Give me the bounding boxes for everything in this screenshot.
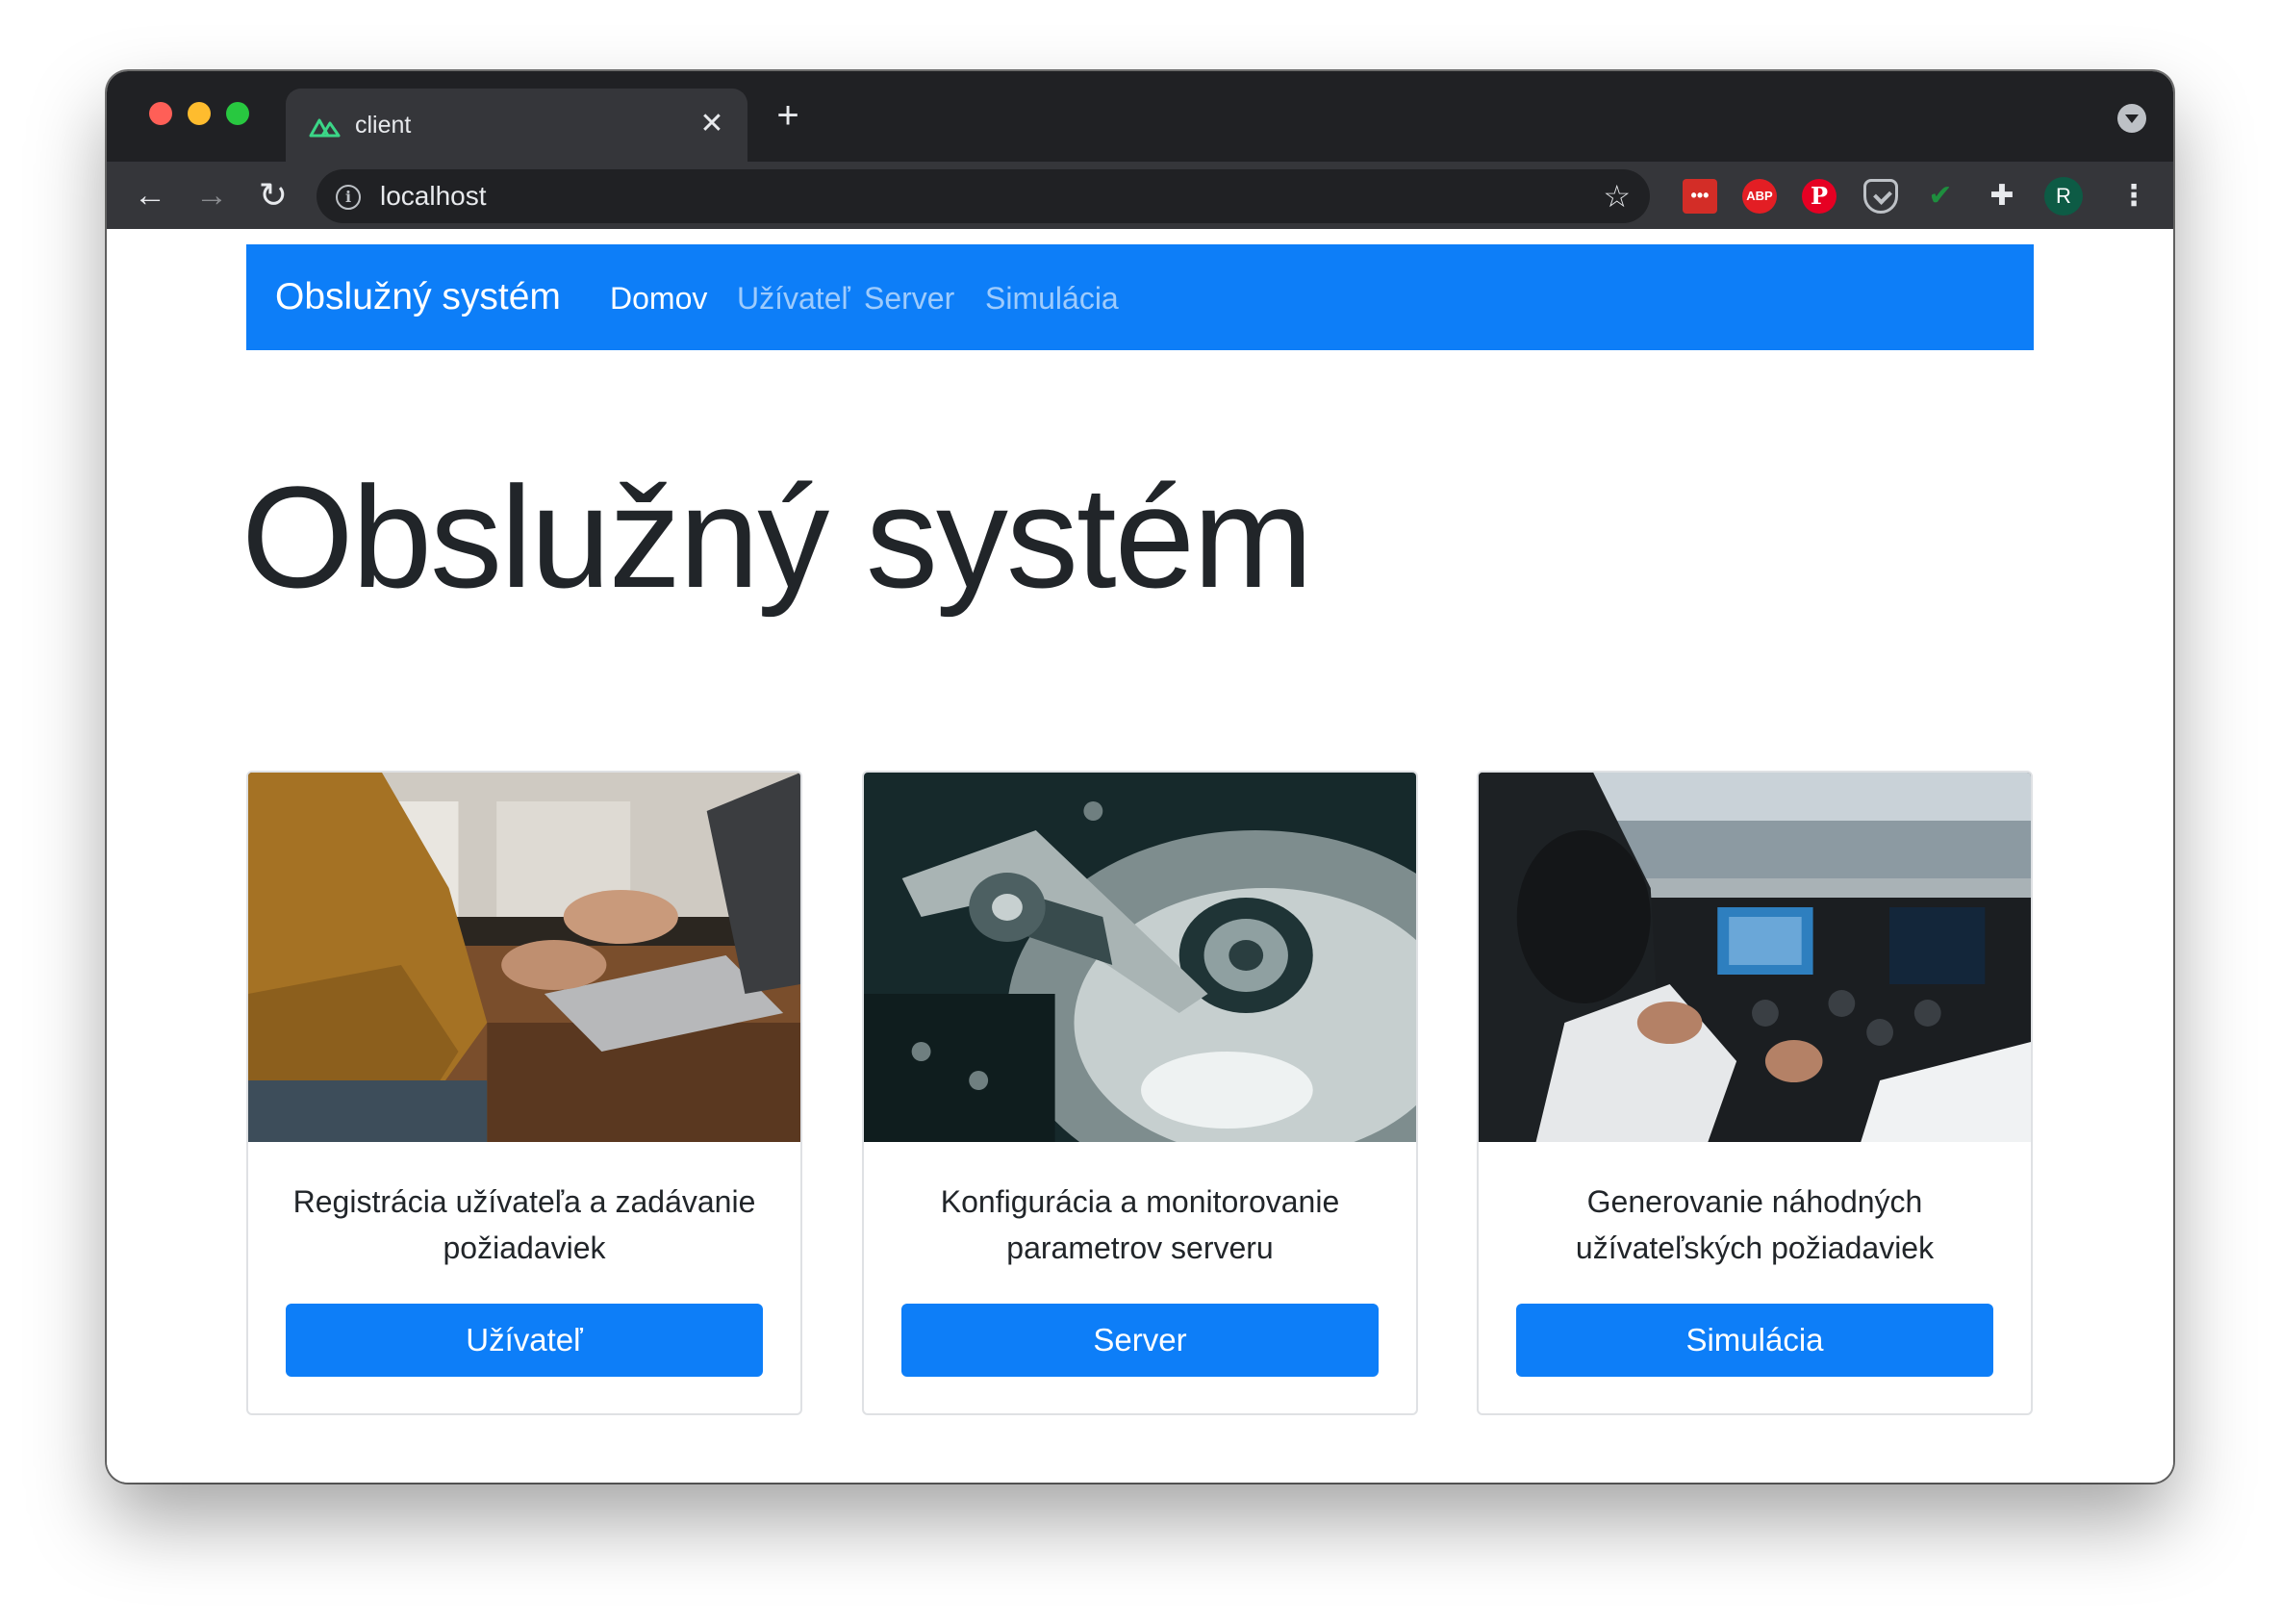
card-server: Konfigurácia a monitorovanie parametrov … [862,771,1418,1415]
pocket-extension-icon[interactable] [1863,179,1898,214]
site-navbar: Obslužný systém Domov Užívateľ Server Si… [246,244,2034,350]
browser-tab[interactable]: client ✕ [286,89,747,162]
navbar-brand[interactable]: Obslužný systém [275,275,561,319]
nav-link-domov[interactable]: Domov [610,279,707,317]
page-title: Obslužný systém [241,456,1313,618]
tab-title: client [355,112,412,139]
profile-avatar[interactable]: R [2044,177,2083,216]
browser-menu-icon[interactable]: ⋮ [2119,177,2148,216]
uzivatel-button[interactable]: Užívateľ [286,1304,763,1377]
check-extension-icon[interactable]: ✔ [1923,179,1958,214]
card-simulacia: Generovanie náhodných užívateľských poži… [1477,771,2033,1415]
server-button[interactable]: Server [901,1304,1379,1377]
extensions-puzzle-icon[interactable]: ✚ [1985,179,2019,214]
back-button[interactable]: ← [130,175,170,216]
card-description: Generovanie náhodných užívateľských poži… [1575,1184,1935,1265]
tab-strip: client ✕ + [107,71,2173,162]
maximize-window-button[interactable] [226,102,249,125]
adblock-extension-icon[interactable]: ABP [1742,179,1777,214]
nav-link-simulacia[interactable]: Simulácia [985,279,1119,317]
browser-toolbar: ← → ↻ i localhost ☆ ••• ABP P ✔ ✚ R ⋮ [107,162,2173,229]
laptop-typing-photo [248,773,800,1142]
card-uzivatel: Registrácia užívateľa a zadávanie požiad… [246,771,802,1415]
url-text[interactable]: localhost [380,181,487,212]
nav-link-uzivatel[interactable]: Užívateľ [737,279,850,317]
minimize-window-button[interactable] [188,102,211,125]
card-description: Registrácia užívateľa a zadávanie požiad… [292,1184,756,1265]
close-icon[interactable]: ✕ [696,108,728,140]
hard-drive-photo [864,773,1416,1142]
nav-link-server[interactable]: Server [864,279,954,317]
airplane-cockpit-photo [1479,773,2031,1142]
forward-button[interactable]: → [191,175,232,216]
close-window-button[interactable] [149,102,172,125]
bookmark-star-icon[interactable]: ☆ [1603,179,1631,214]
nuxt-logo-icon [309,118,341,138]
info-icon[interactable]: i [336,185,361,210]
page-content: Obslužný systém Domov Užívateľ Server Si… [107,229,2173,1483]
lastpass-extension-icon[interactable]: ••• [1683,179,1717,214]
reload-button[interactable]: ↻ [253,175,293,216]
card-description: Konfigurácia a monitorovanie parametrov … [940,1184,1340,1265]
address-bar[interactable]: i localhost ☆ [317,169,1650,223]
simulacia-button[interactable]: Simulácia [1516,1304,1993,1377]
new-tab-button[interactable]: + [769,96,807,135]
browser-window: client ✕ + ← → ↻ i localhost ☆ ••• ABP P… [107,71,2173,1483]
tab-search-icon[interactable] [2117,104,2146,133]
pinterest-extension-icon[interactable]: P [1802,179,1837,214]
